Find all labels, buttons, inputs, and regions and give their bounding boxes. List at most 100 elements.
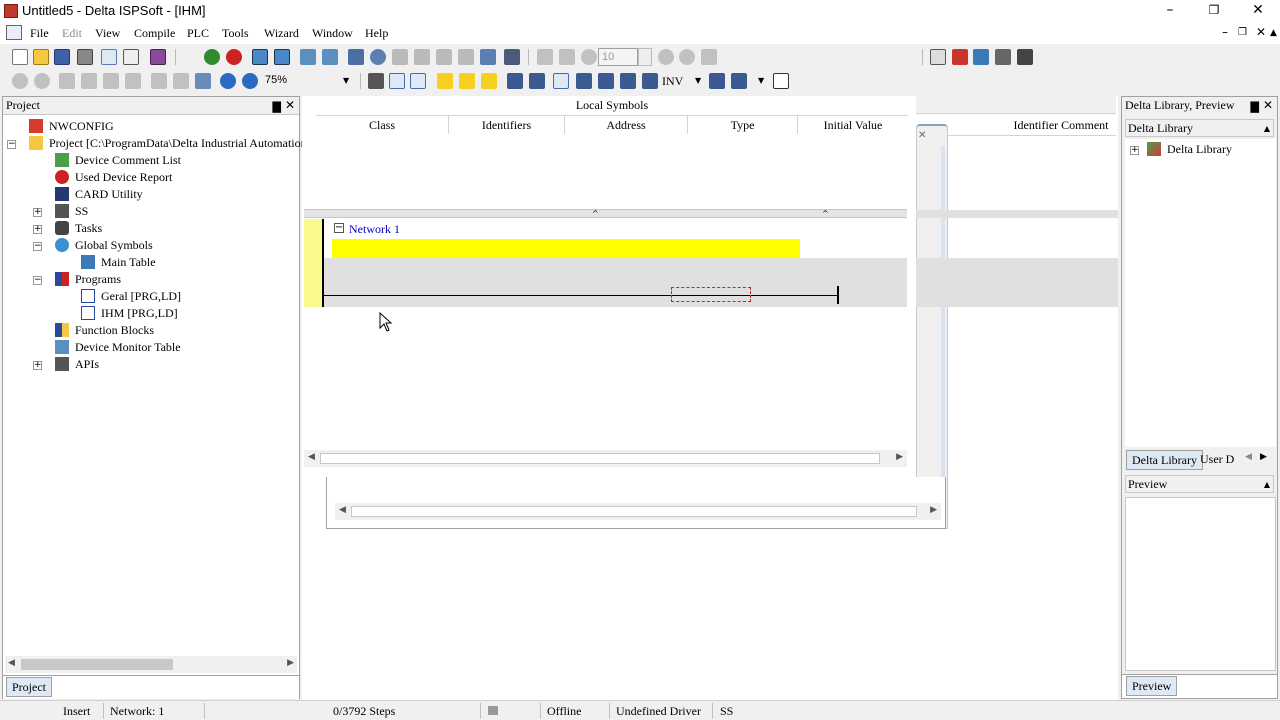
scan-icon[interactable]: [581, 49, 597, 65]
tree-item-device-monitor-table[interactable]: Device Monitor Table: [55, 339, 181, 356]
undo-icon[interactable]: [12, 73, 28, 89]
mdi-restore-button[interactable]: ❐: [1238, 27, 1247, 38]
zoom-dropdown-icon[interactable]: ▼: [343, 76, 349, 85]
save-icon[interactable]: [54, 49, 70, 65]
run-icon[interactable]: [392, 49, 408, 65]
preview-section-header[interactable]: Preview ▲: [1125, 475, 1274, 493]
tree-item-device-comment-list[interactable]: Device Comment List: [55, 152, 181, 169]
scroll-left-icon[interactable]: ◀: [8, 658, 15, 668]
inv-dropdown-icon[interactable]: ▼: [695, 76, 701, 85]
cut-icon[interactable]: [59, 73, 75, 89]
mdi-minimize-button[interactable]: –: [1222, 25, 1228, 39]
menu-file[interactable]: File: [30, 26, 49, 41]
column-identifiers[interactable]: Identifiers: [449, 116, 565, 134]
delete-icon[interactable]: [125, 73, 141, 89]
module-icon[interactable]: [995, 49, 1011, 65]
library-icon[interactable]: [150, 49, 166, 65]
mdi-close-button[interactable]: ✕: [1256, 25, 1266, 39]
splitter-up-icon[interactable]: ^: [592, 209, 599, 218]
scrollbar-thumb[interactable]: [320, 453, 880, 464]
open-folder-icon[interactable]: [33, 49, 49, 65]
menu-help[interactable]: Help: [365, 26, 388, 41]
menu-edit[interactable]: Edit: [62, 26, 82, 41]
tree-expand-icon[interactable]: +: [33, 225, 42, 234]
tree-expand-icon[interactable]: +: [1130, 146, 1139, 155]
pause-icon[interactable]: [414, 49, 430, 65]
io-icon[interactable]: [1017, 49, 1033, 65]
debug-icon[interactable]: [537, 49, 553, 65]
menu-plc[interactable]: PLC: [187, 26, 209, 41]
redo-icon[interactable]: [34, 73, 50, 89]
cursor-selection-box[interactable]: [671, 287, 751, 302]
tree-item-global-symbols[interactable]: Global Symbols: [55, 237, 153, 254]
trace-icon[interactable]: [701, 49, 717, 65]
menu-compile[interactable]: Compile: [134, 26, 175, 41]
menu-tools[interactable]: Tools: [222, 26, 249, 41]
tab-scroll-left-icon[interactable]: ◀: [1245, 452, 1252, 462]
coil-icon[interactable]: [598, 73, 614, 89]
new-file-icon[interactable]: [12, 49, 28, 65]
pin-icon[interactable]: ▇: [1251, 98, 1259, 115]
project-horizontal-scrollbar[interactable]: ◀ ▶: [5, 656, 297, 673]
tree-collapse-icon[interactable]: −: [33, 276, 42, 285]
scrollbar-thumb[interactable]: [21, 659, 173, 670]
pin-icon[interactable]: ▇: [273, 98, 281, 115]
scrollbar-thumb[interactable]: [351, 506, 917, 517]
column-class[interactable]: Class: [316, 116, 449, 134]
scan-count-spinner[interactable]: [638, 48, 652, 66]
stop-icon[interactable]: [226, 49, 242, 65]
network-label[interactable]: Network 1: [349, 222, 400, 237]
scroll-right-icon[interactable]: ▶: [930, 505, 937, 515]
close-button[interactable]: ✕: [1236, 0, 1280, 22]
sync-icon[interactable]: [322, 49, 338, 65]
force-icon[interactable]: [559, 49, 575, 65]
tree-item-ihm[interactable]: IHM [PRG,LD]: [81, 305, 178, 322]
scroll-left-icon[interactable]: ◀: [339, 505, 346, 515]
print-icon[interactable]: [77, 49, 93, 65]
function-block-icon[interactable]: [642, 73, 658, 89]
communication-icon[interactable]: [480, 49, 496, 65]
maximize-button[interactable]: ❐: [1192, 0, 1236, 22]
hardware-config-icon[interactable]: [973, 49, 989, 65]
tree-item-function-blocks[interactable]: Function Blocks: [55, 322, 154, 339]
tree-item-used-device-report[interactable]: Used Device Report: [55, 169, 172, 186]
insert-above-icon[interactable]: [459, 73, 475, 89]
zoom-select[interactable]: 75%: [262, 72, 352, 90]
box-icon[interactable]: [773, 73, 789, 89]
step-icon[interactable]: [436, 49, 452, 65]
collapse-up-icon[interactable]: ▲: [1264, 477, 1270, 493]
splitter-bar[interactable]: ^ ^: [304, 209, 907, 218]
tree-expand-icon[interactable]: +: [33, 208, 42, 217]
inv-button[interactable]: INV: [662, 74, 683, 89]
collapse-up-icon[interactable]: ▲: [1264, 121, 1270, 137]
tab-project[interactable]: Project: [6, 677, 52, 697]
tree-item-geral[interactable]: Geral [PRG,LD]: [81, 288, 181, 305]
tree-item-programs[interactable]: Programs: [55, 271, 121, 288]
tree-collapse-icon[interactable]: −: [33, 242, 42, 251]
tree-collapse-icon[interactable]: −: [7, 140, 16, 149]
column-initial-value[interactable]: Initial Value: [798, 116, 908, 134]
menu-view[interactable]: View: [95, 26, 120, 41]
dock-close-icon[interactable]: ✕: [918, 130, 926, 141]
horizontal-line-icon[interactable]: [731, 73, 747, 89]
compile-icon[interactable]: [204, 49, 220, 65]
splitter-up-icon[interactable]: ^: [822, 209, 829, 218]
scan-count-input[interactable]: 10: [598, 48, 638, 66]
replace-icon[interactable]: [173, 73, 189, 89]
record-icon[interactable]: [658, 49, 674, 65]
layout-icon[interactable]: [930, 49, 946, 65]
tree-item-project[interactable]: Project [C:\ProgramData\Delta Industrial…: [29, 135, 314, 152]
monitor-icon[interactable]: [370, 49, 386, 65]
contact-no-icon[interactable]: [507, 73, 523, 89]
online-mode-icon[interactable]: [348, 49, 364, 65]
vertical-line-icon[interactable]: [709, 73, 725, 89]
column-address[interactable]: Address: [565, 116, 688, 134]
tab-scroll-right-icon[interactable]: ▶: [1260, 452, 1267, 462]
contact-nc-icon[interactable]: [529, 73, 545, 89]
scroll-left-icon[interactable]: ◀: [308, 452, 315, 462]
zoom-in-icon[interactable]: [220, 73, 236, 89]
tab-preview[interactable]: Preview: [1126, 676, 1178, 696]
project-view-icon[interactable]: [101, 49, 117, 65]
tree-item-tasks[interactable]: Tasks: [55, 220, 102, 237]
app-icon[interactable]: [4, 4, 18, 18]
